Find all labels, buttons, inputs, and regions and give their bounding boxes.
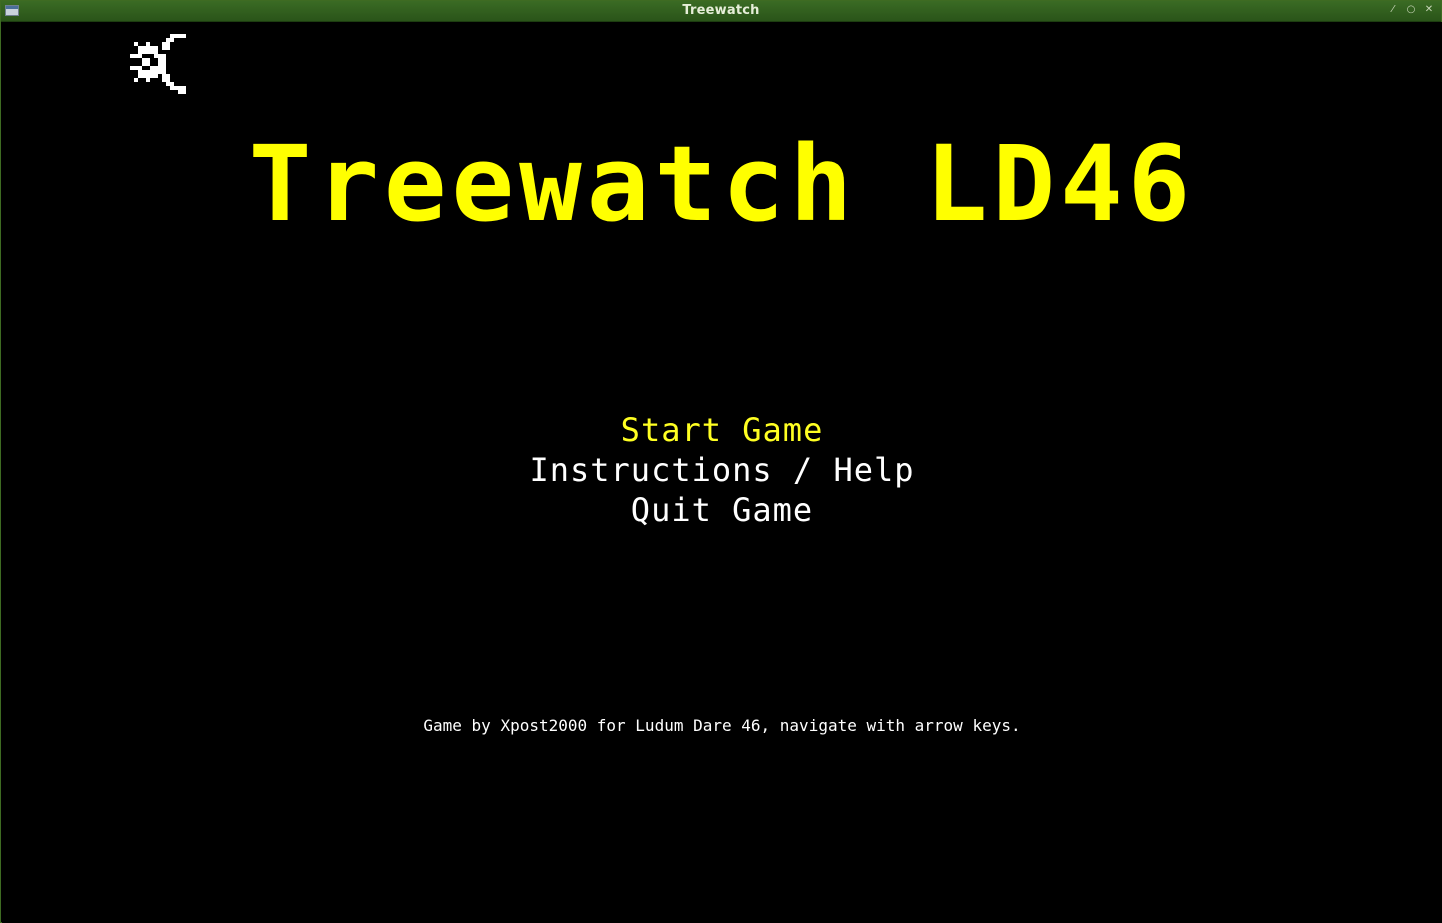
game-title: Treewatch LD46 <box>248 123 1196 245</box>
main-menu: Start Game Instructions / Help Quit Game <box>2 410 1442 530</box>
menu-item-start-game[interactable]: Start Game <box>2 410 1442 450</box>
title-bar[interactable]: Treewatch ⁄ ○ ✕ <box>1 1 1441 22</box>
credits-footer: Game by Xpost2000 for Ludum Dare 46, nav… <box>423 716 1021 735</box>
game-window: Treewatch ⁄ ○ ✕ Treewatch LD46 Start Gam… <box>0 0 1442 923</box>
game-canvas[interactable]: Treewatch LD46 Start Game Instructions /… <box>2 22 1442 923</box>
menu-item-instructions-help[interactable]: Instructions / Help <box>2 450 1442 490</box>
menu-item-quit-game[interactable]: Quit Game <box>2 490 1442 530</box>
window-title: Treewatch <box>682 3 760 18</box>
maximize-button[interactable]: ○ <box>1405 4 1417 16</box>
close-button[interactable]: ✕ <box>1423 4 1435 16</box>
window-controls: ⁄ ○ ✕ <box>1387 4 1435 16</box>
minimize-button[interactable]: ⁄ <box>1387 4 1399 16</box>
pixel-tree-logo-icon <box>130 30 186 99</box>
